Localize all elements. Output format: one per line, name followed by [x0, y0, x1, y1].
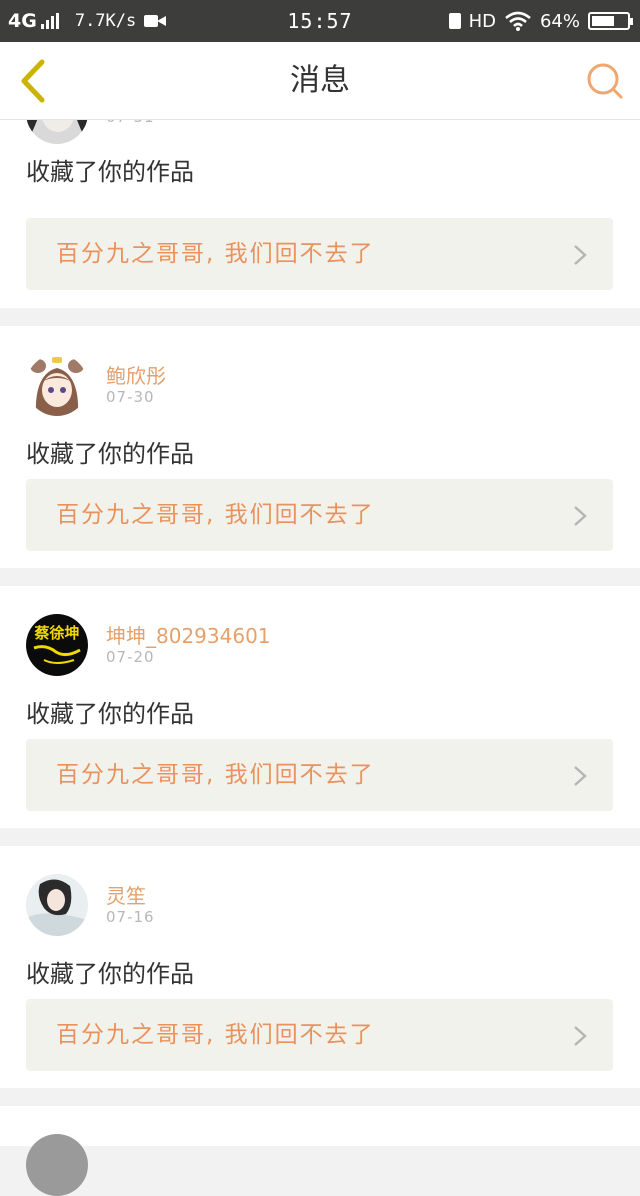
avatar[interactable]: [26, 874, 88, 936]
username[interactable]: 坤坤_802934601: [106, 620, 271, 649]
hd-badge: HD: [468, 10, 496, 32]
status-right: HD 64%: [441, 0, 633, 42]
avatar[interactable]: 蔡徐坤: [26, 614, 88, 676]
work-title: 百分九之哥哥, 我们回不去了: [56, 1022, 375, 1048]
battery-fill: [592, 16, 614, 26]
message-card: 蔡徐坤 坤坤_802934601 07-20 收藏了你的作品 百分九之哥哥, 我…: [0, 586, 640, 828]
username[interactable]: 鲍欣彤: [106, 360, 166, 389]
chevron-right-icon: [574, 245, 587, 265]
action-text: 收藏了你的作品: [26, 960, 194, 988]
battery-icon: [588, 12, 633, 30]
message-date: 07-30: [106, 388, 155, 406]
wifi-icon: [505, 11, 531, 31]
work-link[interactable]: 百分九之哥哥, 我们回不去了: [26, 999, 613, 1071]
chevron-right-icon: [574, 506, 587, 526]
network-type: 4G: [8, 10, 37, 32]
message-card: 灵笙 07-16 收藏了你的作品 百分九之哥哥, 我们回不去了: [0, 846, 640, 1088]
work-title: 百分九之哥哥, 我们回不去了: [56, 762, 375, 788]
action-text: 收藏了你的作品: [26, 700, 194, 728]
avatar[interactable]: [26, 354, 88, 416]
chevron-left-icon: [21, 59, 45, 103]
avatar-text: 蔡徐坤: [33, 624, 79, 642]
work-title: 百分九之哥哥, 我们回不去了: [56, 502, 375, 528]
avatar[interactable]: [26, 1134, 88, 1196]
network-speed: 7.7K/s: [74, 11, 137, 31]
nav-bar: 消息: [0, 42, 640, 120]
search-icon: [587, 63, 623, 99]
message-card: 鲍欣彤 07-30 收藏了你的作品 百分九之哥哥, 我们回不去了: [0, 326, 640, 568]
work-link[interactable]: 百分九之哥哥, 我们回不去了: [26, 479, 613, 551]
back-button[interactable]: [12, 56, 56, 106]
message-date: 07-16: [106, 908, 155, 926]
page-title: 消息: [290, 63, 350, 98]
username[interactable]: 灵笙: [106, 880, 146, 909]
signal-icon: [40, 13, 61, 29]
video-icon: [144, 13, 167, 29]
chevron-right-icon: [574, 766, 587, 786]
message-date: 07-20: [106, 648, 155, 666]
work-link[interactable]: 百分九之哥哥, 我们回不去了: [26, 739, 613, 811]
status-bar: 4G 7.7K/s 15:57 HD 64%: [0, 0, 640, 42]
work-title: 百分九之哥哥, 我们回不去了: [56, 241, 375, 267]
status-left: 4G 7.7K/s: [8, 0, 167, 42]
battery-saver-icon: [448, 13, 461, 29]
search-button[interactable]: [586, 62, 624, 100]
chevron-right-icon: [574, 1026, 587, 1046]
message-card: [0, 1106, 640, 1196]
action-text: 收藏了你的作品: [26, 158, 194, 186]
action-text: 收藏了你的作品: [26, 440, 194, 468]
message-card: 07-31 收藏了你的作品 百分九之哥哥, 我们回不去了: [0, 82, 640, 308]
work-link[interactable]: 百分九之哥哥, 我们回不去了: [26, 218, 613, 290]
battery-percent: 64%: [539, 10, 580, 32]
